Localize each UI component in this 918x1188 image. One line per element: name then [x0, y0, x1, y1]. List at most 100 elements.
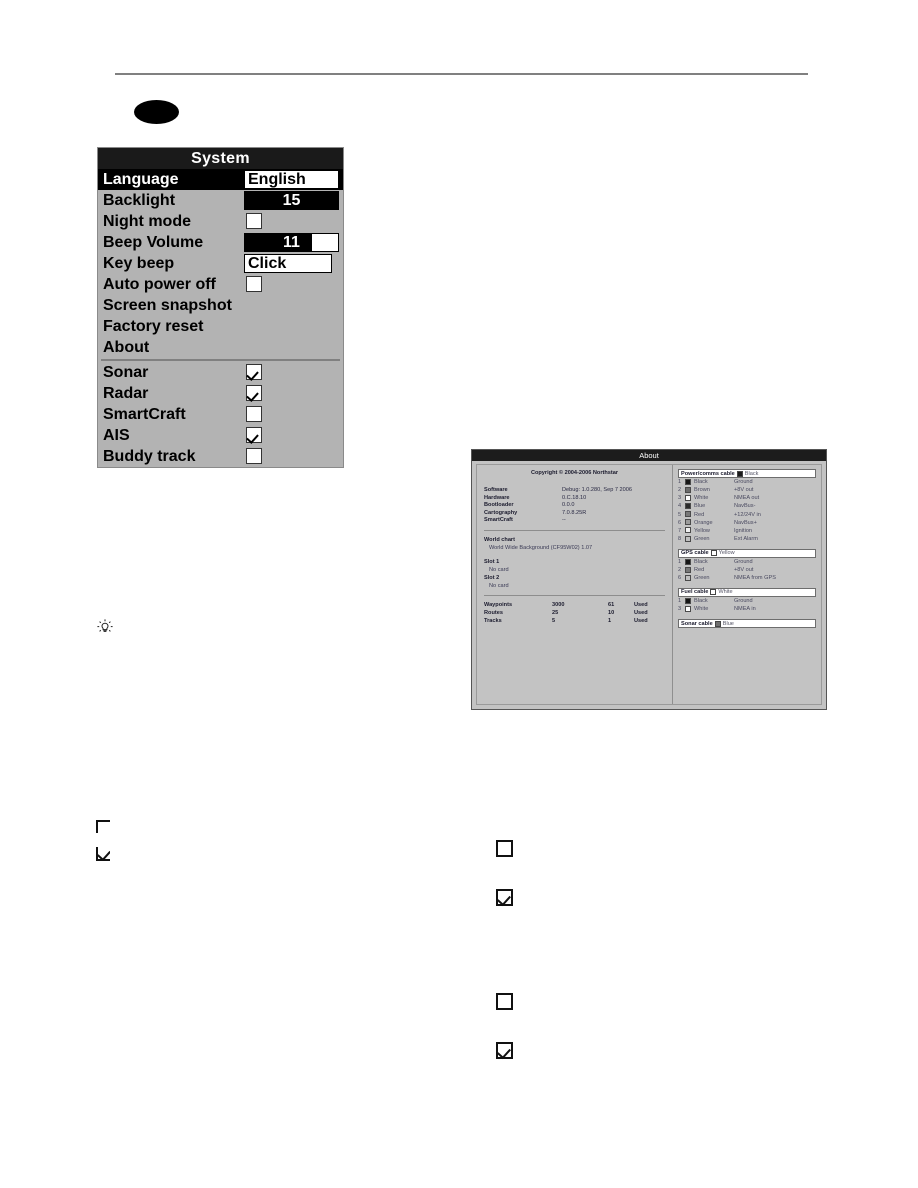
- checkbox-checked-top[interactable]: [496, 889, 513, 906]
- checkbox-unchecked-bottom[interactable]: [496, 993, 513, 1010]
- capacity-total: 25: [552, 609, 559, 616]
- pin-color-swatch: [685, 574, 694, 583]
- system-menu-item-auto-power-off[interactable]: Auto power off: [98, 274, 343, 295]
- capacity-used-label: Used: [634, 617, 648, 624]
- menu-item-slider[interactable]: 11: [244, 233, 339, 252]
- system-menu-item-beep-volume[interactable]: Beep Volume 11: [98, 232, 343, 253]
- capacity-row: Tracks 5 1 Used: [484, 617, 665, 625]
- cable-block-gps-cable: GPS cable Yellow 1 Black Ground 2 Red +8V out 6 G…: [678, 548, 816, 583]
- pin-function: Ignition: [734, 527, 753, 534]
- menu-item-label: Beep Volume: [103, 234, 204, 251]
- pin-color-name: Orange: [694, 519, 713, 526]
- menu-item-label: Screen snapshot: [103, 297, 232, 314]
- pin-number: 1: [678, 558, 682, 565]
- capacity-total: 5: [552, 617, 556, 624]
- pin-number: 2: [678, 487, 682, 494]
- pin-function: NMEA from GPS: [734, 575, 776, 582]
- pin-row: 1 Black Ground: [678, 597, 816, 606]
- option-checkbox[interactable]: [246, 364, 262, 380]
- cable-header: Fuel cable White: [678, 587, 816, 597]
- pin-function: Ground: [734, 558, 753, 565]
- about-right-panel: Power/comms cable Black 1 Black Ground 2 Brown…: [673, 465, 821, 704]
- header-rule: [115, 73, 808, 75]
- menu-item-label: Language: [103, 171, 179, 188]
- option-checkbox[interactable]: [246, 448, 262, 464]
- system-option-ais[interactable]: AIS: [98, 425, 343, 446]
- cable-block-fuel-cable: Fuel cable White 1 Black Ground 3 White NMEA in: [678, 587, 816, 614]
- pin-color-name: Black: [694, 558, 708, 565]
- pin-color-swatch: [685, 605, 694, 614]
- pin-function: NavBus+: [734, 519, 757, 526]
- system-menu-item-night-mode[interactable]: Night mode: [98, 211, 343, 232]
- checkbox-unchecked-top[interactable]: [496, 840, 513, 857]
- capacity-total: 3000: [552, 601, 565, 608]
- pin-row: 6 Orange NavBus+: [678, 519, 816, 527]
- menu-item-slider[interactable]: 15: [244, 191, 339, 210]
- system-option-radar[interactable]: Radar: [98, 383, 343, 404]
- capacity-name: Tracks: [484, 617, 502, 624]
- menu-item-value[interactable]: English: [244, 170, 339, 189]
- checkbox-unchecked: [96, 820, 110, 833]
- pin-color-swatch: [685, 535, 694, 544]
- pin-row: 1 Black Ground: [678, 479, 816, 487]
- pin-table: 1 Black Ground 3 White NMEA in: [678, 597, 816, 614]
- menu-item-label: About: [103, 339, 150, 356]
- pin-color-name: Red: [694, 511, 705, 518]
- capacity-name: Routes: [484, 609, 503, 616]
- pin-number: 1: [678, 598, 682, 605]
- option-label: SmartCraft: [103, 406, 186, 423]
- system-menu-item-screen-snapshot[interactable]: Screen snapshot: [98, 295, 343, 316]
- pin-function: NavBus-: [734, 503, 756, 510]
- cable-color-swatch: [736, 470, 743, 477]
- pin-number: 3: [678, 495, 682, 502]
- system-option-smartcraft[interactable]: SmartCraft: [98, 404, 343, 425]
- system-menu-item-about[interactable]: About: [98, 337, 343, 358]
- pin-number: 6: [678, 519, 682, 526]
- system-menu-item-language[interactable]: Language English: [98, 169, 343, 190]
- option-checkbox[interactable]: [246, 427, 262, 443]
- system-menu-item-key-beep[interactable]: Key beep Click: [98, 253, 343, 274]
- pin-function: Ext Alarm: [734, 535, 758, 542]
- option-label: Radar: [103, 385, 149, 402]
- about-left-panel: Copyright © 2004-2006 Northstar Software…: [477, 465, 673, 704]
- version-value: 0.0.0: [562, 502, 575, 508]
- pin-number: 7: [678, 527, 682, 534]
- pin-color-name: White: [694, 495, 709, 502]
- pin-color-name: Green: [694, 535, 710, 542]
- checkbox-checked-bottom[interactable]: [496, 1042, 513, 1059]
- about-dialog: About Copyright © 2004-2006 Northstar So…: [471, 449, 827, 710]
- pin-color-swatch: [685, 511, 694, 519]
- pin-function: +12/24V in: [734, 511, 761, 518]
- capacity-table: Waypoints 3000 61 Used Routes 25 10 Used Tracks 5…: [484, 601, 665, 625]
- system-menu-item-backlight[interactable]: Backlight 15: [98, 190, 343, 211]
- copyright-text: Copyright © 2004-2006 Northstar: [530, 470, 619, 476]
- capacity-used-label: Used: [634, 601, 648, 608]
- cable-color-name: Yellow: [718, 550, 735, 557]
- pin-color-swatch: [685, 503, 694, 511]
- system-option-sonar[interactable]: Sonar: [98, 362, 343, 383]
- system-menu-divider: [101, 359, 340, 361]
- system-menu-item-factory-reset[interactable]: Factory reset: [98, 316, 343, 337]
- version-label: Software: [484, 487, 508, 493]
- slot-value: No card: [489, 582, 509, 589]
- pin-number: 3: [678, 606, 682, 613]
- pin-table: 1 Black Ground 2 Brown +8V out 3 White NMEA out 4…: [678, 479, 816, 544]
- version-label: Hardware: [484, 494, 510, 501]
- world-chart-value: World Wide Background (CF95W02) 1.07: [489, 544, 593, 551]
- option-checkbox[interactable]: [246, 406, 262, 422]
- cable-name: GPS cable: [681, 550, 709, 557]
- system-option-buddy-track[interactable]: Buddy track: [98, 446, 343, 467]
- left-divider-2: [484, 594, 665, 596]
- capacity-row: Waypoints 3000 61 Used: [484, 601, 665, 609]
- capacity-used: 10: [608, 609, 615, 616]
- slot-heading: Slot 2: [484, 574, 500, 581]
- menu-item-value[interactable]: Click: [244, 254, 332, 273]
- clipped-checkbox-unchecked: [96, 820, 110, 833]
- about-dialog-title: About: [472, 450, 826, 461]
- pin-number: 2: [678, 566, 682, 573]
- pin-function: Ground: [734, 598, 753, 605]
- menu-item-checkbox[interactable]: [246, 213, 262, 229]
- option-label: Buddy track: [103, 448, 196, 465]
- option-checkbox[interactable]: [246, 385, 262, 401]
- menu-item-checkbox[interactable]: [246, 276, 262, 292]
